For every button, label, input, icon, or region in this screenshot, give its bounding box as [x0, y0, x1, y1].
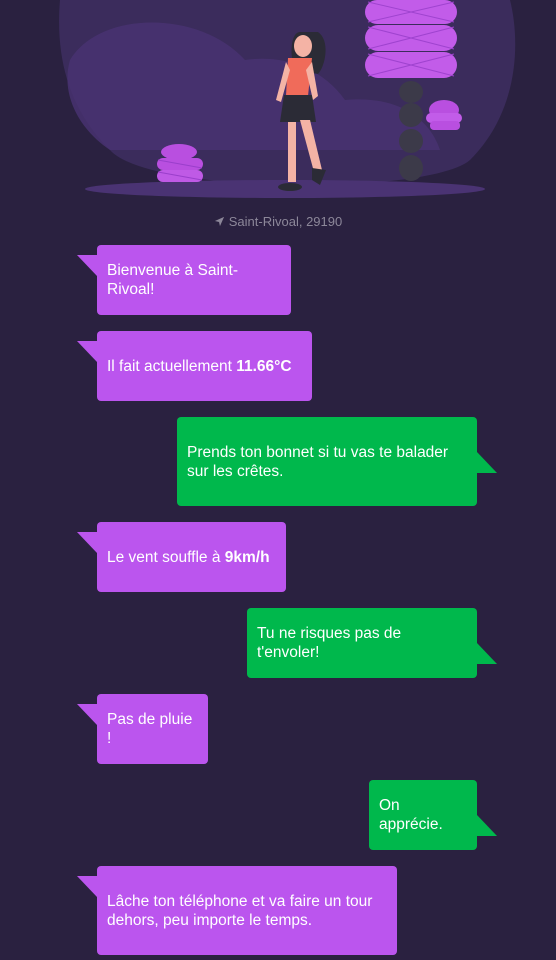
message-text: On apprécie. — [379, 797, 443, 833]
message-text: Tu ne risques pas de t'envoler! — [257, 625, 402, 661]
location-arrow-icon — [214, 216, 224, 227]
message-line: sur les crêtes. — [187, 462, 284, 480]
message-text: Pas de pluie ! — [107, 711, 193, 747]
bot-message: Bienvenue à Saint-Rivoal! — [77, 245, 291, 315]
message-line: dehors, peu importe le temps. — [107, 911, 313, 929]
bot-message: Pas de pluie ! — [77, 694, 208, 764]
message-line: Lâche ton téléphone et va faire un tour — [107, 892, 373, 910]
message-text: Il fait actuellement 11.66°C — [107, 357, 292, 376]
message-text-prefix: Le vent souffle à — [107, 548, 225, 566]
bot-message: Le vent souffle à 9km/h — [77, 522, 286, 592]
bot-message: Il fait actuellement 11.66°C — [77, 331, 312, 401]
message-text: Lâche ton téléphone et va faire un tour d… — [107, 892, 372, 930]
message-text: Prends ton bonnet si tu vas te balader su… — [187, 443, 448, 481]
user-message: On apprécie. — [369, 780, 497, 850]
user-message: Tu ne risques pas de t'envoler! — [247, 608, 497, 678]
temperature-value: 11.66°C — [236, 357, 292, 375]
wind-value: 9km/h — [224, 548, 270, 566]
user-message: Prends ton bonnet si tu vas te balader su… — [177, 417, 497, 506]
message-text: Le vent souffle à 9km/h — [107, 548, 270, 567]
message-text-prefix: Il fait actuellement — [107, 357, 237, 375]
location-text: Saint-Rivoal, 29190 — [228, 214, 343, 229]
cushion-stack-left-icon — [157, 144, 203, 182]
message-line: Prends ton bonnet si tu vas te balader — [187, 443, 449, 461]
hero-illustration — [59, 0, 516, 198]
bot-message: Lâche ton téléphone et va faire un tour d… — [77, 866, 397, 955]
location-label: Saint-Rivoal, 29190 — [0, 214, 556, 229]
message-text: Bienvenue à Saint-Rivoal! — [107, 262, 238, 298]
